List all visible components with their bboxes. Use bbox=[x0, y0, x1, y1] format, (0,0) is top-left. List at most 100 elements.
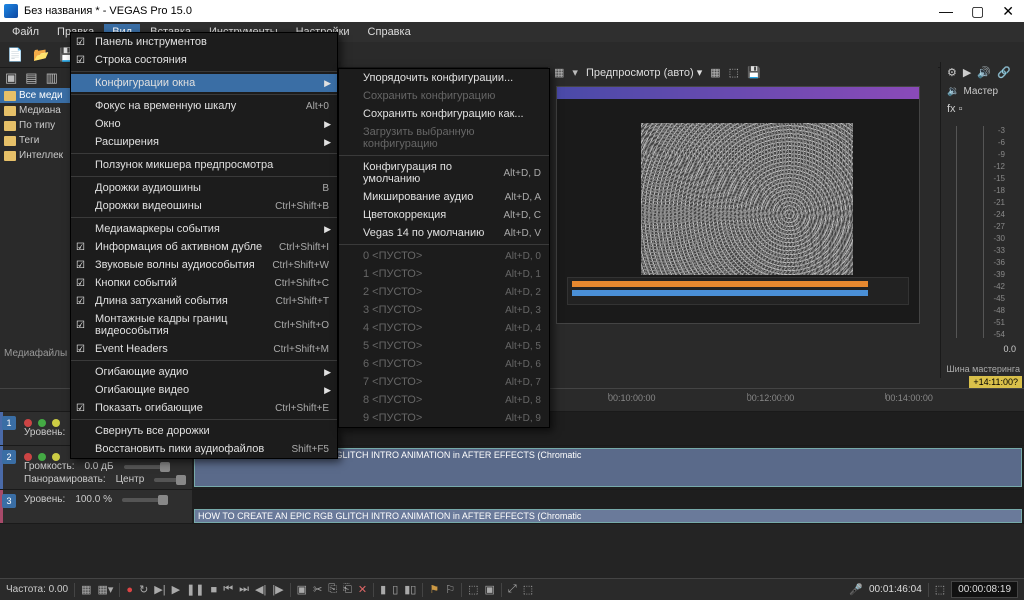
step-fwd-icon[interactable]: |▶ bbox=[272, 583, 283, 596]
grid-icon[interactable]: ▦ bbox=[81, 583, 91, 596]
menu-item[interactable]: Дорожки аудиошиныB bbox=[71, 179, 337, 197]
pan-slider[interactable] bbox=[154, 478, 186, 482]
menu-item[interactable]: Окно▶ bbox=[71, 115, 337, 133]
link-icon[interactable]: 🔗 bbox=[997, 66, 1011, 79]
tool-icon[interactable]: ⎘ bbox=[328, 583, 337, 596]
prev-icon[interactable]: ▾ bbox=[572, 66, 578, 79]
tool-icon[interactable]: ✂ bbox=[313, 583, 322, 596]
menu-item[interactable]: Восстановить пики аудиофайловShift+F5 bbox=[71, 440, 337, 458]
tree-icon-2[interactable]: ▤ bbox=[22, 68, 40, 88]
folder-icon bbox=[4, 121, 16, 131]
tree-item-3[interactable]: Теги bbox=[0, 133, 70, 148]
submenu-item[interactable]: Конфигурация по умолчаниюAlt+D, D bbox=[339, 158, 549, 188]
timecode-2[interactable]: 00:00:08:19 bbox=[951, 581, 1018, 598]
speaker-icon[interactable]: 🔊 bbox=[977, 66, 991, 79]
tool-icon[interactable]: ⎗ bbox=[343, 583, 352, 596]
media-tree: ▣ ▤ ▥ Все меди Медиана По типу Теги Инте… bbox=[0, 68, 70, 368]
tool-icon[interactable]: ▣ bbox=[485, 583, 495, 596]
gear-icon[interactable]: ⚙ bbox=[947, 66, 957, 79]
record-icon[interactable]: ● bbox=[126, 584, 133, 596]
menu-item[interactable]: Ползунок микшера предпросмотра bbox=[71, 156, 337, 174]
new-icon[interactable]: 📄 bbox=[4, 45, 26, 65]
marker-icon[interactable]: ⚑ bbox=[429, 583, 439, 596]
snap-icon[interactable]: ▮ bbox=[380, 583, 386, 596]
tree-icon-3[interactable]: ▥ bbox=[43, 68, 61, 88]
tree-item-4[interactable]: Интеллек bbox=[0, 148, 70, 163]
menu-item[interactable]: Расширения▶ bbox=[71, 133, 337, 151]
submenu-item: 4 <ПУСТО>Alt+D, 4 bbox=[339, 319, 549, 337]
fx-icon[interactable]: fx ▫ bbox=[941, 101, 1024, 117]
track-lane-3[interactable]: HOW TO CREATE AN EPIC RGB GLITCH INTRO A… bbox=[192, 490, 1024, 523]
prev-icon[interactable]: ⏮ bbox=[223, 583, 233, 596]
submenu-item: 9 <ПУСТО>Alt+D, 9 bbox=[339, 409, 549, 427]
menu-item[interactable]: ☑Показать огибающиеCtrl+Shift+E bbox=[71, 399, 337, 417]
play-icon[interactable]: ▶ bbox=[963, 66, 971, 79]
track-number: 1 bbox=[2, 416, 16, 430]
track-number: 3 bbox=[2, 494, 16, 508]
menu-item[interactable]: Фокус на временную шкалуAlt+0 bbox=[71, 97, 337, 115]
menu-item[interactable]: Огибающие видео▶ bbox=[71, 381, 337, 399]
maximize-button[interactable]: ▢ bbox=[971, 3, 984, 20]
pause-icon[interactable]: ❚❚ bbox=[186, 583, 204, 596]
tool-icon[interactable]: ⤢ bbox=[508, 583, 517, 596]
prev-icon[interactable]: ⬚ bbox=[729, 66, 739, 79]
gain-value: 0.0 дБ bbox=[84, 461, 113, 472]
close-button[interactable]: ✕ bbox=[1002, 3, 1014, 20]
tree-item-2[interactable]: По типу bbox=[0, 118, 70, 133]
minimize-button[interactable]: — bbox=[939, 3, 953, 20]
loop-icon[interactable]: ↻ bbox=[139, 583, 148, 596]
menu-item[interactable]: Медиамаркеры события▶ bbox=[71, 220, 337, 238]
mic-icon[interactable]: 🎤 bbox=[849, 583, 863, 596]
open-icon[interactable]: 📂 bbox=[30, 45, 52, 65]
submenu-item[interactable]: Упорядочить конфигурации... bbox=[339, 69, 549, 87]
menu-item[interactable]: Конфигурации окна▶ bbox=[71, 74, 337, 92]
submenu-item: 0 <ПУСТО>Alt+D, 0 bbox=[339, 247, 549, 265]
menu-item[interactable]: ☑Информация об активном дублеCtrl+Shift+… bbox=[71, 238, 337, 256]
audio-clip[interactable]: HOW TO CREATE AN EPIC RGB GLITCH INTRO A… bbox=[194, 509, 1022, 523]
menu-item[interactable]: ☑Строка состояния bbox=[71, 51, 337, 69]
tree-item-all[interactable]: Все меди bbox=[0, 88, 70, 103]
stop-icon[interactable]: ■ bbox=[211, 584, 218, 596]
menu-item[interactable]: Свернуть все дорожки bbox=[71, 422, 337, 440]
prev-icon[interactable]: ▦ bbox=[554, 66, 564, 79]
prev-icon[interactable]: 💾 bbox=[747, 66, 761, 79]
submenu-item[interactable]: ЦветокоррекцияAlt+D, C bbox=[339, 206, 549, 224]
submenu-item[interactable]: Сохранить конфигурацию как... bbox=[339, 105, 549, 123]
submenu-item[interactable]: Vegas 14 по умолчаниюAlt+D, V bbox=[339, 224, 549, 242]
menu-item[interactable]: ☑Монтажные кадры границ видеособытияCtrl… bbox=[71, 310, 337, 340]
gain-slider[interactable] bbox=[124, 465, 170, 469]
prev-icon[interactable]: ▦ bbox=[710, 66, 720, 79]
tool-icon[interactable]: ▣ bbox=[297, 583, 307, 596]
tree-label: Все меди bbox=[19, 90, 63, 101]
submenu-item: Загрузить выбранную конфигурацию bbox=[339, 123, 549, 153]
next-icon[interactable]: ⏭ bbox=[239, 583, 249, 596]
tree-item-1[interactable]: Медиана bbox=[0, 103, 70, 118]
submenu-item[interactable]: Микширование аудиоAlt+D, A bbox=[339, 188, 549, 206]
track-header-3[interactable]: 3 Уровень:100.0 % bbox=[0, 490, 192, 523]
menu-file[interactable]: Файл bbox=[4, 24, 47, 40]
menu-item[interactable]: ☑Панель инструментов bbox=[71, 33, 337, 51]
play-start-icon[interactable]: ▶| bbox=[154, 583, 165, 596]
level-slider[interactable] bbox=[122, 498, 168, 502]
tool-icon[interactable]: ✕ bbox=[358, 583, 367, 596]
tool-icon[interactable]: ⬚ bbox=[523, 583, 533, 596]
snap-icon[interactable]: ▮▯ bbox=[404, 583, 416, 596]
tool-icon[interactable]: ⬚ bbox=[935, 583, 945, 596]
marker-icon[interactable]: ⚐ bbox=[445, 583, 455, 596]
play-icon[interactable]: ▶ bbox=[172, 583, 180, 596]
menu-item[interactable]: Огибающие аудио▶ bbox=[71, 363, 337, 381]
tool-icon[interactable]: ⬚ bbox=[468, 583, 478, 596]
tree-icon-1[interactable]: ▣ bbox=[2, 68, 20, 88]
menu-item[interactable]: ☑Звуковые волны аудиособытияCtrl+Shift+W bbox=[71, 256, 337, 274]
preview-quality-label[interactable]: Предпросмотр (авто) ▾ bbox=[586, 66, 702, 79]
menu-item[interactable]: ☑Event HeadersCtrl+Shift+M bbox=[71, 340, 337, 358]
menu-item[interactable]: ☑Длина затуханий событияCtrl+Shift+T bbox=[71, 292, 337, 310]
tree-toolbar: ▣ ▤ ▥ bbox=[0, 68, 70, 88]
step-back-icon[interactable]: ◀| bbox=[255, 583, 266, 596]
menu-item[interactable]: ☑Кнопки событийCtrl+Shift+C bbox=[71, 274, 337, 292]
snap-icon[interactable]: ▯ bbox=[392, 583, 398, 596]
menu-help[interactable]: Справка bbox=[360, 24, 419, 40]
grid-icon[interactable]: ▦▾ bbox=[98, 583, 114, 596]
menu-item[interactable]: Дорожки видеошиныCtrl+Shift+B bbox=[71, 197, 337, 215]
db-zero: 0.0 bbox=[1003, 344, 1016, 354]
